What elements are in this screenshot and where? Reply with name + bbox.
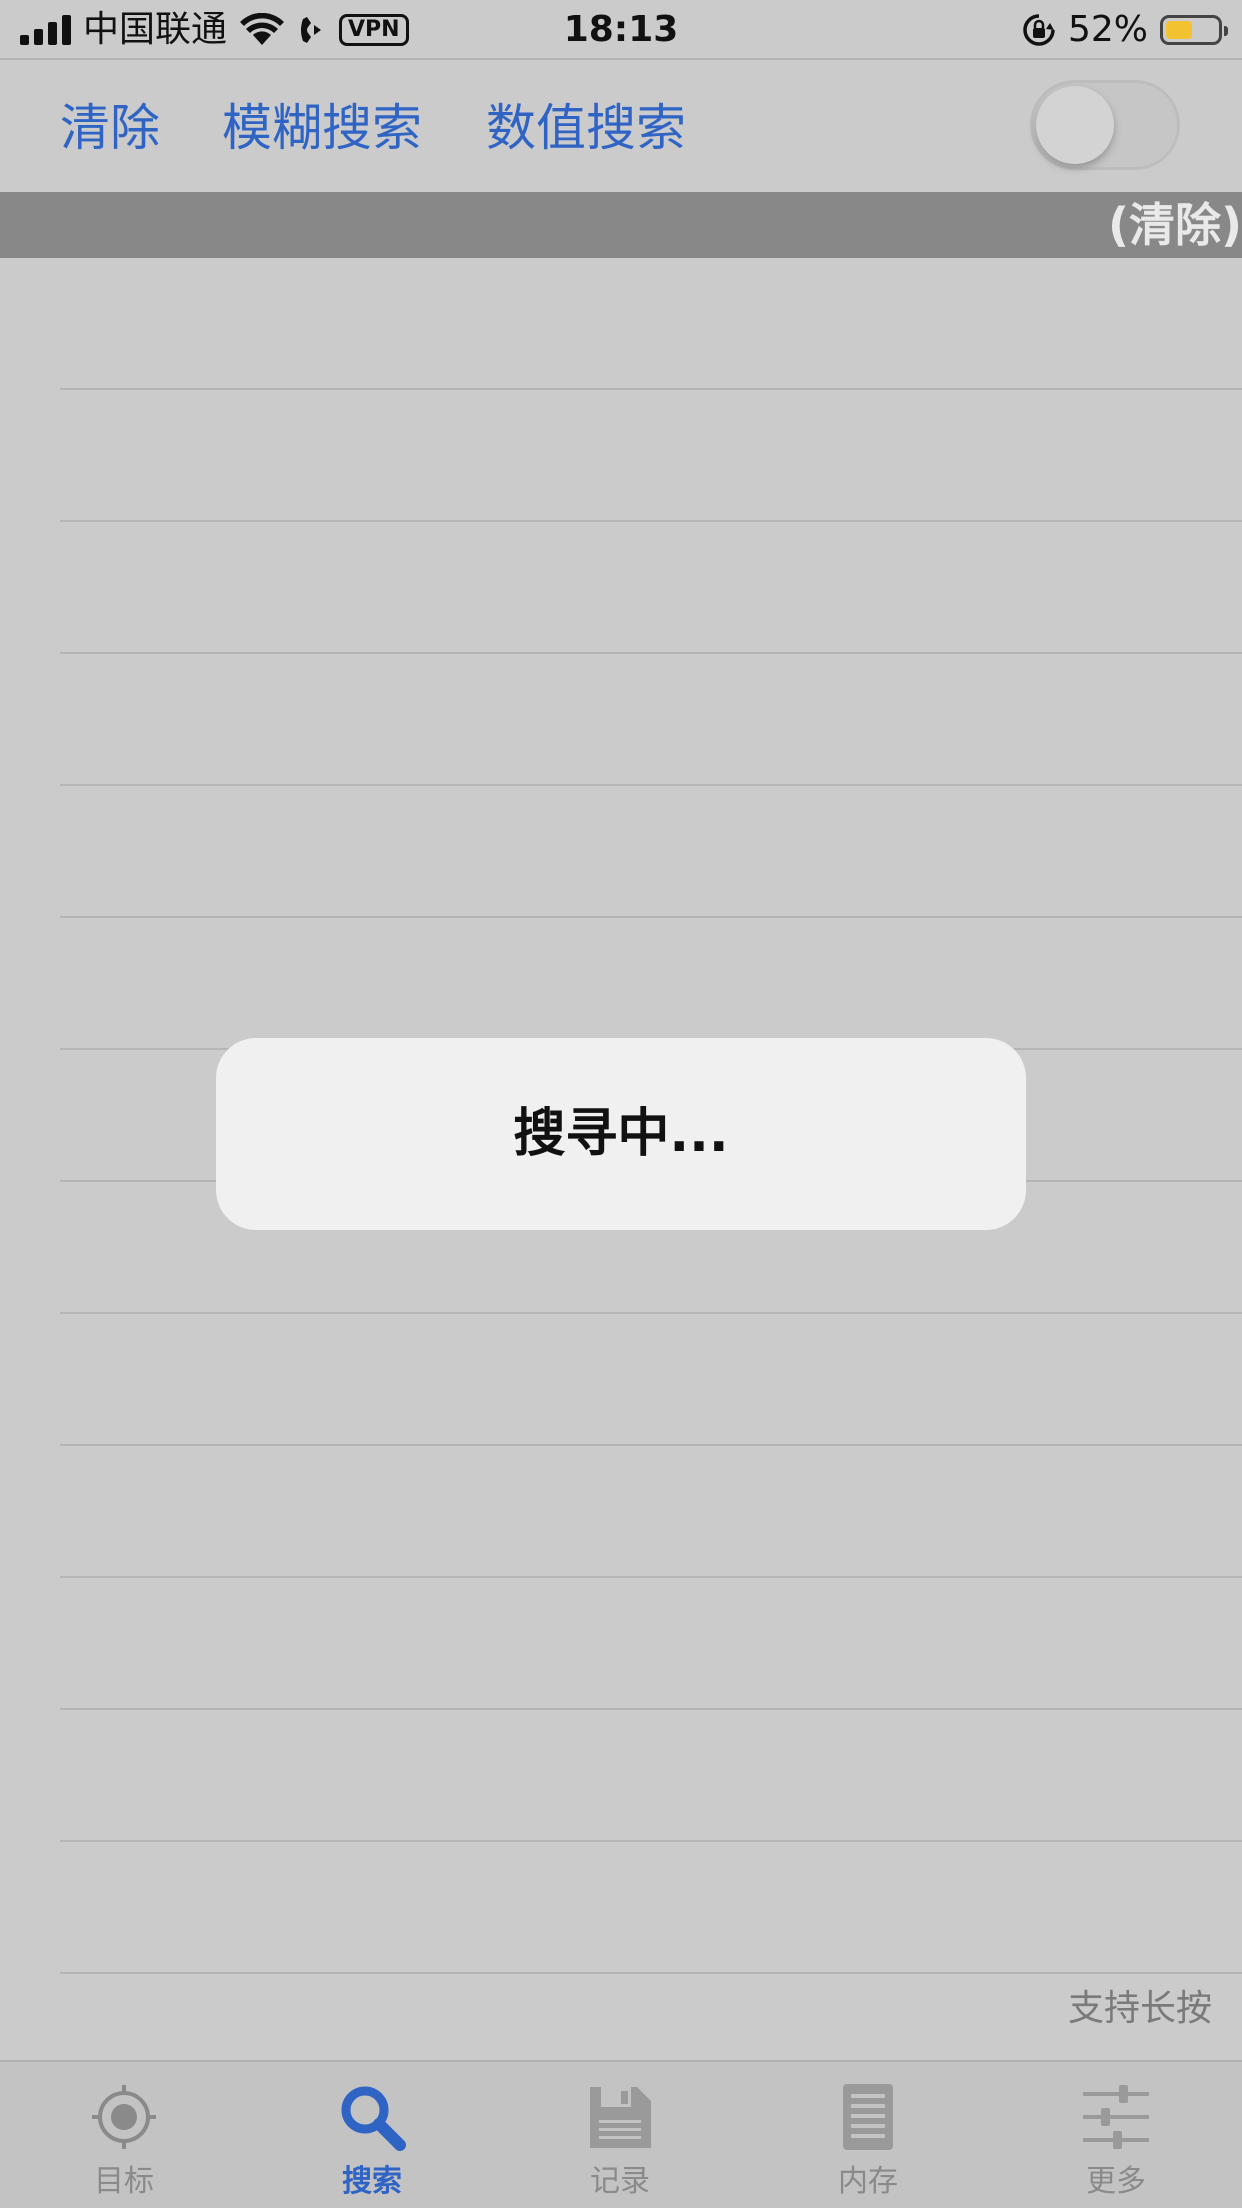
tab-records[interactable]: 记录 [496,2062,744,2208]
list-row-divider [60,1444,1242,1446]
tab-label: 更多 [1086,2164,1146,2199]
list-row-divider [60,916,1242,918]
toggle-knob [1036,86,1114,164]
result-header: (清除) [0,192,1242,258]
mode-toggle[interactable] [1030,80,1180,170]
list-row-divider [60,652,1242,654]
target-icon [92,2085,156,2149]
tab-label: 内存 [838,2164,898,2199]
memory-icon [843,2084,893,2150]
tab-search[interactable]: 搜索 [248,2062,496,2208]
tab-bar: 目标 搜索 记录 内存 更多 [0,2060,1242,2208]
search-toolbar: 清除 模糊搜索 数值搜索 [0,60,1242,192]
progress-hud: 搜寻中... [216,1038,1026,1230]
list-row-divider [60,1576,1242,1578]
tab-target[interactable]: 目标 [0,2062,248,2208]
list-row-divider [60,1972,1242,1974]
list-row-divider [60,520,1242,522]
tab-more[interactable]: 更多 [992,2062,1240,2208]
tab-label: 搜索 [342,2164,402,2199]
status-right: 52% [1022,8,1228,52]
tab-label: 目标 [94,2164,154,2199]
battery-level-fill [1166,21,1192,39]
result-clear-button[interactable]: (清除) [1108,198,1242,252]
list-row-divider [60,1840,1242,1842]
long-press-hint: 支持长按 [1067,1988,1212,2029]
save-icon [590,2087,651,2148]
clear-button[interactable]: 清除 [60,96,160,160]
orientation-lock-icon [1023,14,1055,46]
status-bar: 中国联通 VPN 18:13 52% [0,0,1242,58]
tab-memory[interactable]: 内存 [744,2062,992,2208]
screen: 中国联通 VPN 18:13 52% 清除 模糊搜索 数值搜索 (清除) 支持长… [0,0,1242,2208]
list-row-divider [60,1312,1242,1314]
sliders-icon [1083,2085,1149,2149]
battery-icon [1160,15,1228,45]
fuzzy-search-button[interactable]: 模糊搜索 [222,96,422,160]
hud-message: 搜寻中... [513,1104,729,1164]
tab-label: 记录 [590,2164,650,2199]
battery-percent: 52% [1067,9,1148,50]
search-icon [341,2086,406,2151]
value-search-button[interactable]: 数值搜索 [486,96,686,160]
list-row-divider [60,1708,1242,1710]
list-row-divider [60,784,1242,786]
list-row-divider [60,388,1242,390]
